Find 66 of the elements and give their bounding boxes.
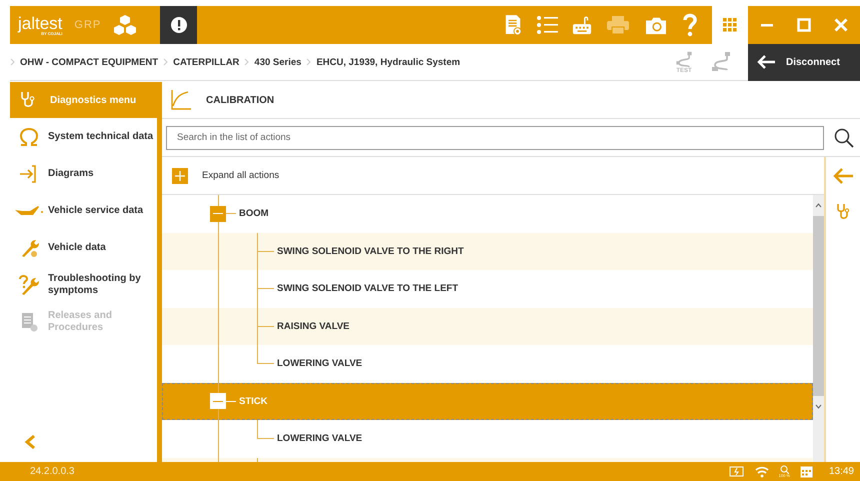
camera-icon[interactable] — [644, 15, 668, 35]
tree-action-label: LOWERING VALVE — [277, 358, 362, 370]
tree-action-row[interactable]: RAISING VALVE — [162, 308, 813, 345]
breadcrumb-item[interactable]: OHW - COMPACT EQUIPMENT — [20, 56, 158, 68]
tree-group-label: BOOM — [239, 208, 269, 220]
exclamation-icon — [170, 16, 188, 34]
back-arrow-icon[interactable] — [832, 167, 854, 185]
document-view-icon[interactable] — [504, 14, 522, 36]
arrow-into-bracket-icon — [19, 164, 39, 182]
zoom-icon — [780, 465, 789, 474]
collapse-icon[interactable] — [210, 206, 226, 222]
close-icon[interactable] — [834, 18, 848, 32]
tree-action-label: SWING SOLENOID VALVE TO THE RIGHT — [277, 246, 464, 257]
list-icon[interactable] — [536, 15, 558, 35]
expand-all-link[interactable]: Expand all actions — [202, 170, 280, 181]
omega-icon — [19, 128, 39, 146]
sidebar-item[interactable]: Vehicle service data — [10, 192, 157, 229]
chevron-right-icon — [163, 58, 168, 66]
breadcrumb-item[interactable]: CATERPILLAR — [173, 56, 240, 68]
breadcrumb-item[interactable]: EHCU, J1939, Hydraulic System — [316, 56, 460, 68]
oil-can-icon — [15, 204, 43, 218]
chevron-right-icon — [244, 58, 250, 66]
keyboard-icon[interactable] — [572, 15, 592, 35]
scroll-down-icon[interactable] — [815, 404, 822, 409]
stethoscope-icon — [20, 91, 36, 109]
grid-icon — [723, 18, 737, 32]
section-title: CALIBRATION — [206, 94, 274, 106]
connector-icon[interactable] — [674, 50, 694, 68]
search-icon[interactable] — [834, 128, 854, 148]
version-label: 24.2.0.0.3 — [30, 466, 74, 477]
collapse-sidebar-icon[interactable] — [24, 434, 36, 450]
scrollbar[interactable] — [813, 195, 824, 462]
wifi-icon — [754, 466, 769, 478]
sidebar-item[interactable]: System technical data — [10, 118, 157, 155]
chevron-right-icon — [10, 58, 15, 66]
document-icon — [20, 312, 38, 332]
edition-label: GRP — [74, 19, 102, 31]
tree-action-label: LOWERING VALVE — [277, 433, 362, 444]
maximize-icon[interactable] — [796, 18, 811, 32]
tree-action-label: RAISING VALVE — [277, 320, 350, 332]
chevron-right-icon — [306, 58, 312, 66]
sidebar-item[interactable]: Vehicle data — [10, 229, 157, 266]
stethoscope-icon[interactable] — [836, 203, 850, 221]
wrench-icon — [19, 238, 39, 258]
tree-action-label: SWING SOLENOID VALVE TO THE LEFT — [277, 283, 458, 294]
arrow-left-icon — [756, 54, 776, 70]
breadcrumb-item[interactable]: 430 Series — [254, 56, 302, 68]
sidebar-item[interactable]: Diagrams — [10, 155, 157, 192]
tree-action-row[interactable]: SWING SOLENOID VALVE TO THE RIGHT — [162, 232, 813, 270]
battery-icon — [728, 466, 745, 477]
sidebar-item[interactable]: Troubleshooting by symptoms — [10, 266, 157, 303]
clock-time: 13:49 — [828, 466, 854, 477]
calibration-graph-icon — [170, 89, 192, 111]
collapse-icon[interactable] — [210, 393, 226, 410]
disconnect-button[interactable]: Disconnect — [748, 44, 860, 80]
cubes-icon — [113, 14, 138, 36]
connector-icon[interactable] — [710, 51, 732, 73]
tree-group-label: STICK — [239, 396, 268, 407]
scroll-up-icon[interactable] — [815, 203, 822, 208]
help-icon[interactable] — [682, 13, 698, 37]
search-field[interactable]: Search in the list of actions — [166, 126, 824, 150]
printer-icon[interactable] — [606, 15, 630, 35]
wrench-question-icon — [19, 274, 39, 294]
expand-icon[interactable] — [172, 168, 188, 184]
alert-button[interactable] — [160, 6, 197, 44]
calendar-icon — [800, 465, 813, 478]
